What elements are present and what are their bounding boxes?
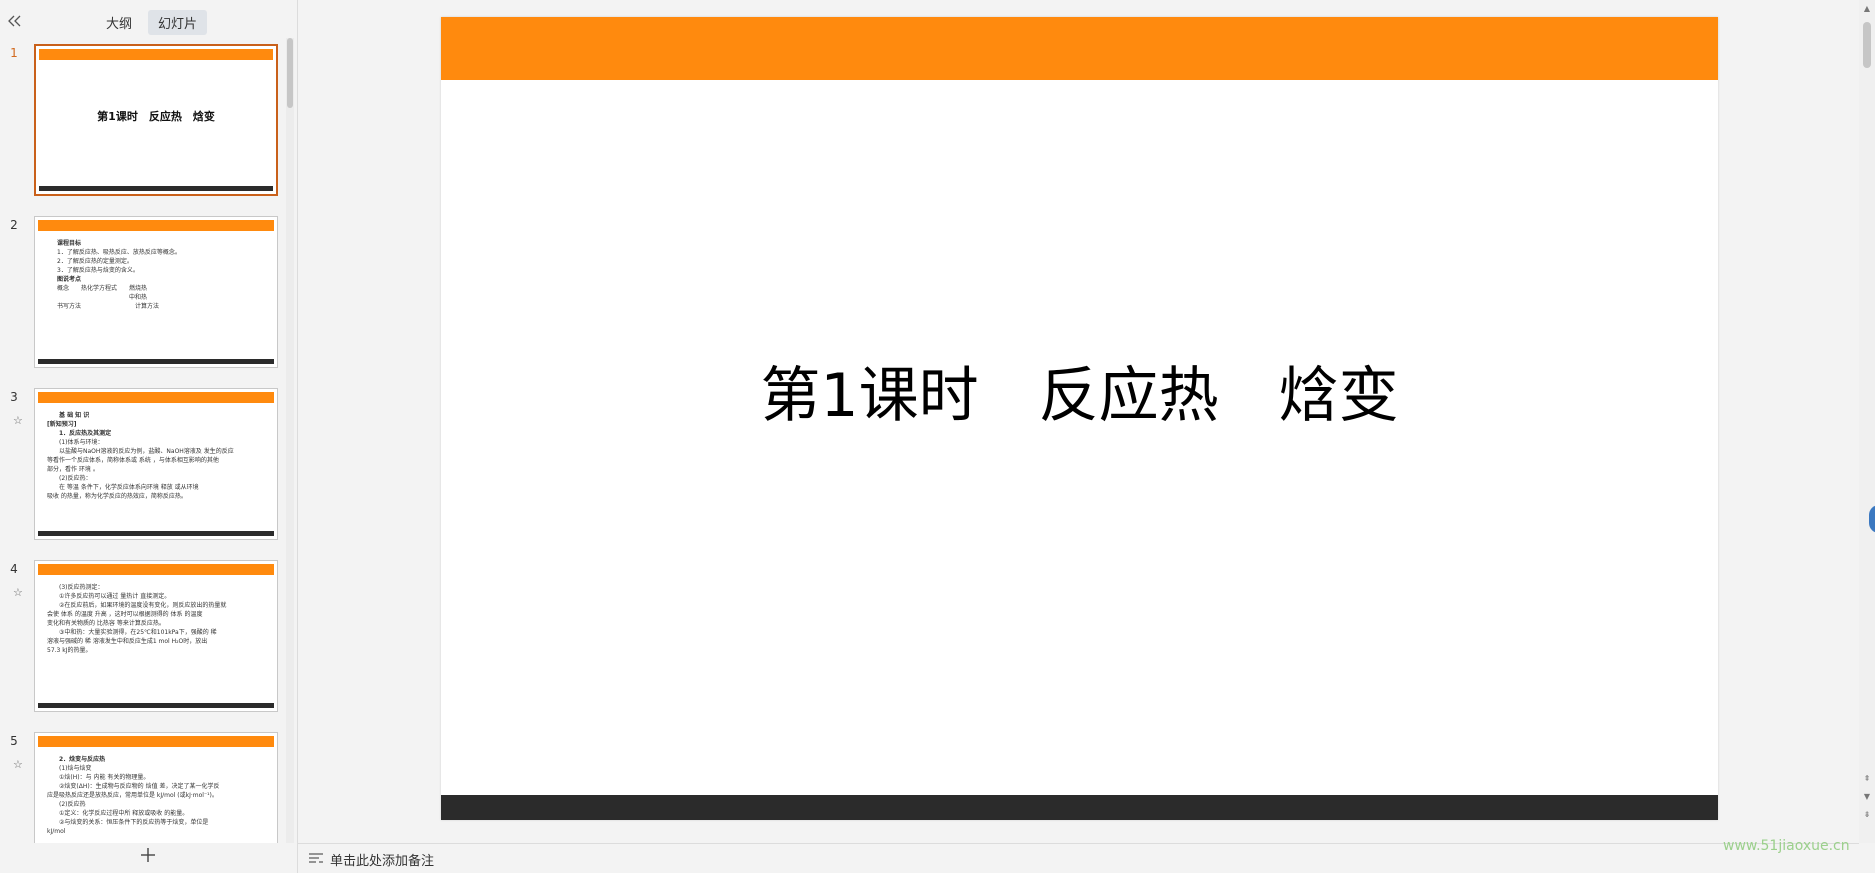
- watermark-text: www.51jiaoxue.cn: [1723, 838, 1850, 854]
- slide-thumbnail-5[interactable]: 2．焓变与反应热 (1)焓与焓变 ①焓(H)：与 内能 有关的物理量。 ②焓变(…: [34, 732, 278, 843]
- slide-thumbnail-2[interactable]: 课程目标 1．了解反应热、吸热反应、放热反应等概念。 2．了解反应热的定量测定。…: [34, 216, 278, 368]
- slide-thumbnail-1[interactable]: 第1课时 反应热 焓变: [34, 44, 278, 196]
- plus-icon: [141, 848, 155, 862]
- editor-scrollbar[interactable]: ▲ ⇞ ▼ ⇟: [1859, 0, 1875, 843]
- double-chevron-left-icon: [8, 15, 21, 27]
- slide-thumbnail-row: 3 ☆ 基 础 知 识 [新知预习] 1．反应热及其测定 (1)体系与环境： 以…: [0, 388, 286, 544]
- thumb-text: 2．焓变与反应热 (1)焓与焓变 ①焓(H)：与 内能 有关的物理量。 ②焓变(…: [47, 756, 220, 835]
- slide-number: 4: [10, 562, 18, 576]
- notes-list-icon: [309, 853, 323, 863]
- thumb-text: 课程目标 1．了解反应热、吸热反应、放热反应等概念。 2．了解反应热的定量测定。…: [57, 240, 181, 310]
- slide-thumbnail-row: 5 ☆ 2．焓变与反应热 (1)焓与焓变 ①焓(H)：与 内能 有关的物理量。 …: [0, 732, 286, 843]
- tab-outline[interactable]: 大纲: [96, 10, 142, 35]
- slide-footer-bar: [441, 795, 1718, 820]
- slide-title[interactable]: 第1课时 反应热 焓变: [441, 347, 1718, 434]
- notes-input[interactable]: 单击此处添加备注: [330, 850, 434, 869]
- slide-number: 1: [10, 46, 18, 60]
- thumb-header-bar: [38, 736, 274, 747]
- slide-canvas[interactable]: 第1课时 反应热 焓变: [441, 17, 1718, 820]
- slide-thumbnail-row: 1 第1课时 反应热 焓变: [0, 44, 286, 200]
- thumb-text: (3)反应热测定： ①许多反应热可以通过 量热计 直接测定。 ②在反应前后，如果…: [47, 584, 227, 654]
- slide-panel: 大纲 幻灯片 1 第1课时 反应热 焓变 2 课程目标 1．了解反应热、吸热反应…: [0, 0, 298, 873]
- animation-star-icon: ☆: [13, 414, 23, 427]
- slide-thumbnail-4[interactable]: (3)反应热测定： ①许多反应热可以通过 量热计 直接测定。 ②在反应前后，如果…: [34, 560, 278, 712]
- thumb-title: 第1课时 反应热 焓变: [97, 110, 215, 123]
- add-slide-button[interactable]: [135, 842, 161, 868]
- thumb-footer-bar: [38, 359, 274, 364]
- thumb-header-bar: [39, 49, 273, 60]
- tab-slides[interactable]: 幻灯片: [148, 10, 208, 35]
- animation-star-icon: ☆: [13, 586, 23, 599]
- slide-thumbnail-list: 1 第1课时 反应热 焓变 2 课程目标 1．了解反应热、吸热反应、放热反应等概…: [0, 38, 286, 843]
- collapse-panel-button[interactable]: [4, 10, 26, 32]
- editor-scrollbar-thumb[interactable]: [1863, 22, 1871, 68]
- animation-star-icon: ☆: [13, 758, 23, 771]
- slide-thumbnail-row: 4 ☆ (3)反应热测定： ①许多反应热可以通过 量热计 直接测定。 ②在反应前…: [0, 560, 286, 716]
- slide-thumbnail-3[interactable]: 基 础 知 识 [新知预习] 1．反应热及其测定 (1)体系与环境： 以盐酸与N…: [34, 388, 278, 540]
- scroll-up-icon[interactable]: ▲: [1862, 4, 1872, 14]
- slide-number: 2: [10, 218, 18, 232]
- slide-number: 5: [10, 734, 18, 748]
- slide-editor: 第1课时 反应热 焓变: [298, 0, 1859, 843]
- thumb-footer-bar: [39, 186, 273, 191]
- thumb-header-bar: [38, 564, 274, 575]
- thumb-footer-bar: [38, 703, 274, 708]
- prev-page-icon[interactable]: ⇞: [1862, 774, 1872, 784]
- view-tabs: 大纲 幻灯片: [96, 10, 208, 35]
- next-page-icon[interactable]: ⇟: [1862, 810, 1872, 820]
- thumb-text: 基 础 知 识 [新知预习] 1．反应热及其测定 (1)体系与环境： 以盐酸与N…: [47, 412, 234, 500]
- thumbnail-scrollbar[interactable]: [286, 38, 294, 843]
- notes-bar: 单击此处添加备注: [298, 843, 1859, 873]
- scroll-down-icon[interactable]: ▼: [1862, 792, 1872, 802]
- slide-header-bar: [441, 17, 1718, 80]
- thumb-header-bar: [38, 392, 274, 403]
- side-panel-toggle[interactable]: [1869, 505, 1875, 533]
- thumb-footer-bar: [38, 531, 274, 536]
- thumbnail-scrollbar-thumb[interactable]: [287, 38, 293, 108]
- slide-thumbnail-row: 2 课程目标 1．了解反应热、吸热反应、放热反应等概念。 2．了解反应热的定量测…: [0, 216, 286, 372]
- thumb-header-bar: [38, 220, 274, 231]
- slide-number: 3: [10, 390, 18, 404]
